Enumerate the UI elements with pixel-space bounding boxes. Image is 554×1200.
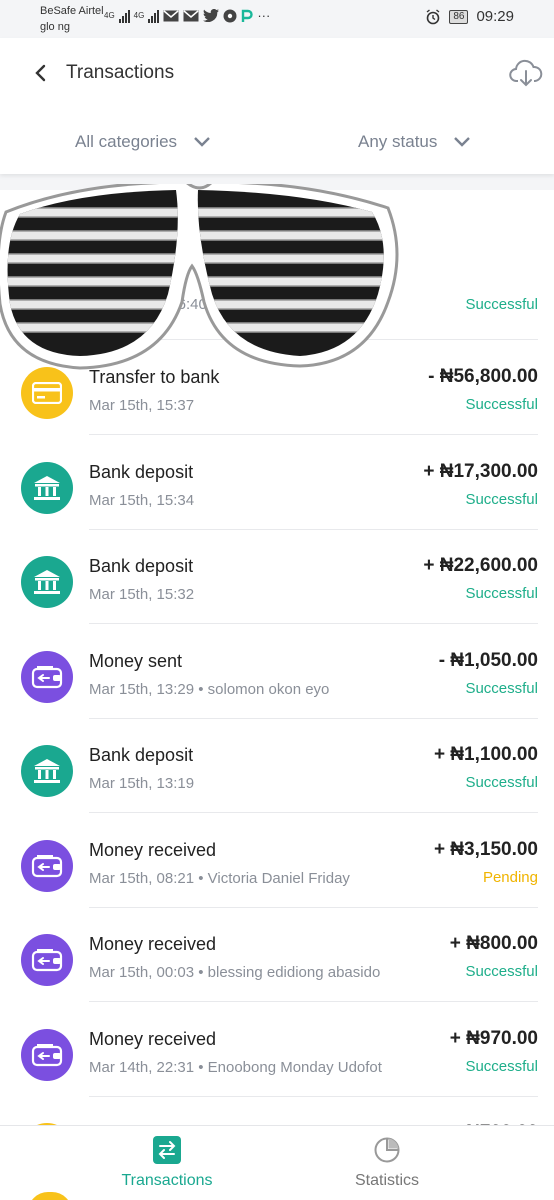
clock: 09:29 [476, 8, 514, 25]
transaction-row[interactable]: Money received Mar 14th, 22:31 • Enoobong… [0, 1002, 554, 1097]
transaction-row[interactable]: Transfer to bank₦700.00 [0, 1096, 554, 1125]
transaction-row[interactable]: Bank deposit Mar 15th, 13:19 + ₦1,100.00 Su… [0, 718, 554, 813]
transaction-amount: - ₦56,800.00 [428, 366, 538, 387]
nav-statistics-label: Statistics [354, 1172, 419, 1189]
alarm-icon [426, 8, 440, 24]
app-header: Transactions All categories Any status [0, 38, 554, 174]
transaction-avatar [21, 367, 73, 419]
chevron-down-icon [454, 137, 471, 147]
transaction-meta: Mar 15th, 13:29 • solomon okon eyo [89, 680, 330, 698]
status-icons: 4G 4G ··· [104, 8, 270, 23]
transaction-row[interactable]: Money sent Mar 15th, 13:29 • solomon okon… [0, 624, 554, 719]
transaction-row[interactable]: Money received Mar 15th, 00:03 • blessing… [0, 907, 554, 1002]
transaction-amount: + ₦1,100.00 [433, 744, 538, 765]
nav-transactions-label: Transactions [121, 1172, 213, 1189]
transaction-status: Successful [465, 585, 538, 602]
mail-icon [163, 9, 179, 21]
transaction-avatar [21, 650, 73, 703]
bank-icon [32, 474, 62, 502]
transaction-name: Money received [89, 839, 217, 860]
carrier-line-2: glo ng [40, 21, 70, 33]
mail-icon-2 [183, 9, 199, 21]
twitter-icon [203, 9, 220, 22]
transaction-status: Successful [465, 963, 538, 980]
network-type-2: 4G [133, 11, 145, 20]
page-title: Transactions [66, 62, 175, 83]
transaction-meta: Mar 15th, 15:34 [89, 491, 195, 509]
sunglasses-sticker [0, 184, 399, 370]
bank-icon [32, 568, 62, 596]
category-filter[interactable]: All categories [75, 132, 211, 152]
transaction-meta: Mar 15th, 00:03 • blessing edidiong abas… [89, 964, 381, 981]
transaction-amount: + ₦3,150.00 [433, 838, 538, 860]
transaction-name: Money received [89, 1028, 217, 1049]
battery-icon: 86 [449, 9, 469, 24]
transaction-meta: Mar 14th, 22:31 • Enoobong Monday Udofot [89, 1058, 382, 1076]
transaction-status: Successful [465, 774, 538, 791]
wallet-icon [31, 665, 63, 689]
category-filter-label: All categories [75, 132, 178, 151]
status-right: 86 09:29 [425, 8, 514, 25]
back-arrow-icon[interactable] [28, 60, 54, 86]
transaction-name: Bank deposit [89, 745, 194, 765]
transaction-avatar [21, 461, 73, 514]
partial-status: Successful [465, 296, 538, 313]
wallet-icon [31, 1043, 63, 1067]
transaction-status: Successful [465, 679, 538, 697]
status-filter-label: Any status [358, 132, 438, 151]
network-type-1: 4G [104, 11, 115, 20]
signal-icon [118, 9, 130, 23]
transactions-screen: BeSafe Airtel glo ng 4G 4G ··· 86 09:29 … [0, 0, 554, 1200]
transaction-row[interactable]: Money received Mar 15th, 08:21 • Victoria… [0, 813, 554, 908]
transaction-avatar [21, 839, 73, 892]
transaction-amount: + ₦17,300.00 [423, 460, 538, 482]
transaction-row[interactable]: Bank deposit Mar 15th, 15:32 + ₦22,600.00 S… [0, 529, 554, 624]
transaction-name: Money received [89, 934, 217, 954]
nav-statistics[interactable]: Statistics [307, 1136, 467, 1190]
carrier-info: BeSafe Airtel glo ng [40, 3, 104, 35]
transaction-status: Successful [465, 396, 538, 413]
transaction-status: Successful [465, 1057, 538, 1075]
chevron-down-icon [194, 137, 210, 147]
transaction-avatar [21, 745, 73, 797]
wallet-icon [31, 854, 63, 878]
transfer-arrows-icon [153, 1136, 181, 1164]
transaction-meta: Mar 15th, 15:32 [89, 586, 195, 603]
transaction-meta: Mar 15th, 15:37 [89, 397, 195, 414]
transaction-avatar [21, 934, 73, 986]
soccer-icon [223, 9, 237, 22]
transaction-amount: + ₦22,600.00 [423, 555, 538, 576]
carrier-line-1: BeSafe Airtel [40, 5, 104, 17]
bottom-navigation: Transactions Statistics [0, 1125, 554, 1200]
transaction-avatar [21, 1028, 73, 1081]
bank-icon [32, 757, 62, 785]
nav-transactions[interactable]: Transactions [87, 1136, 247, 1190]
card-icon [32, 382, 62, 404]
transaction-name: Money sent [89, 650, 183, 671]
transaction-meta: Mar 15th, 08:21 • Victoria Daniel Friday [89, 869, 350, 887]
more-indicator: ··· [257, 8, 271, 23]
signal-icon-2 [148, 9, 160, 23]
transaction-amount: + ₦970.00 [449, 1027, 538, 1049]
download-icon[interactable] [508, 56, 544, 92]
transaction-amount: + ₦800.00 [449, 933, 538, 954]
transaction-status: Pending [482, 868, 538, 886]
transaction-row[interactable]: Bank deposit Mar 15th, 15:34 + ₦17,300.00 S… [0, 435, 554, 530]
app-p-icon [242, 9, 254, 22]
transaction-status: Successful [465, 490, 538, 508]
transaction-name: Bank deposit [89, 461, 194, 482]
status-filter[interactable]: Any status [358, 132, 471, 152]
wallet-icon [31, 948, 63, 972]
transaction-name: Bank deposit [89, 556, 194, 576]
transaction-amount: - ₦1,050.00 [438, 649, 538, 671]
transaction-meta: Mar 15th, 13:19 [89, 775, 195, 792]
transaction-avatar [21, 556, 73, 608]
status-bar: BeSafe Airtel glo ng 4G 4G ··· 86 09:29 [0, 0, 554, 38]
pie-chart-icon [374, 1137, 400, 1163]
